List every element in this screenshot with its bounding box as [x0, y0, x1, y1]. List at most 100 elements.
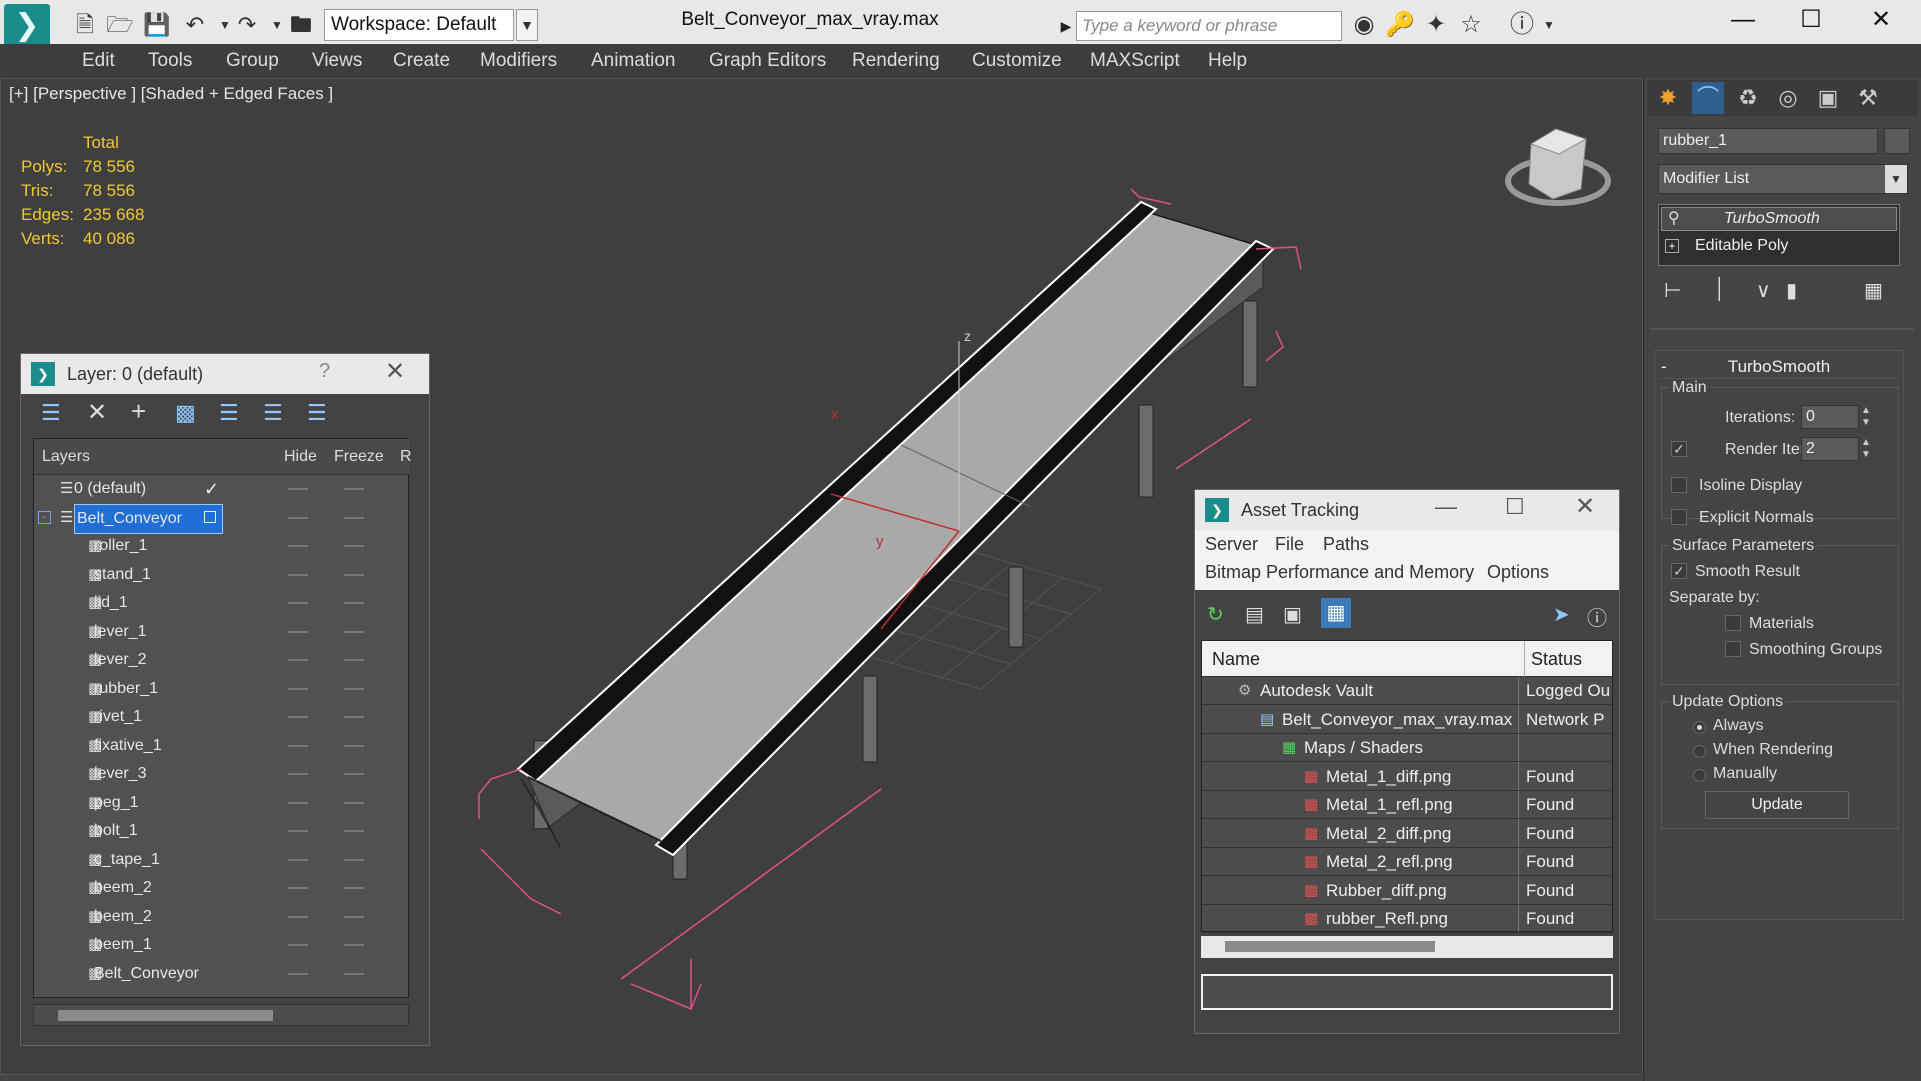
asset-path-field[interactable] — [1201, 974, 1613, 1010]
open-folder-icon[interactable]: 🗁 — [105, 10, 135, 40]
freeze-toggle[interactable] — [344, 972, 364, 975]
asset-minimize-icon[interactable]: — — [1435, 494, 1457, 520]
asset-column-status[interactable]: Status — [1524, 641, 1582, 677]
layer-hierarchy-icon[interactable]: ☰ — [41, 400, 61, 426]
layer-row[interactable]: ▩ c_tape_1 — [34, 846, 410, 874]
layer-name[interactable]: 0 (default) — [74, 475, 146, 503]
minimize-icon[interactable]: — — [1708, 0, 1778, 44]
new-file-icon[interactable]: 🗎 — [70, 10, 100, 40]
layer-row[interactable]: ▩ fixative_1 — [34, 732, 410, 760]
hide-all-layers-icon[interactable]: ☰ — [307, 400, 327, 426]
layer-name[interactable]: rivet_1 — [94, 703, 142, 731]
make-current-box-icon[interactable] — [204, 510, 216, 523]
close-icon[interactable]: ✕ — [1846, 0, 1916, 44]
layer-row[interactable]: ▩ beem_2 — [34, 903, 410, 931]
freeze-toggle[interactable] — [344, 488, 364, 490]
modifier-stack[interactable]: ⚲ TurboSmooth + Editable Poly — [1658, 204, 1900, 266]
hide-toggle[interactable] — [288, 630, 308, 633]
asset-menu-server[interactable]: Server — [1205, 534, 1258, 555]
asset-row[interactable]: ▦ Maps / Shaders — [1202, 734, 1612, 762]
menu-help[interactable]: Help — [1204, 44, 1251, 78]
layer-name[interactable]: rubber_1 — [94, 675, 158, 703]
layer-help-icon[interactable]: ? — [319, 360, 330, 383]
layer-name[interactable]: beem_1 — [94, 931, 152, 959]
table-view-icon[interactable]: ▦ — [1321, 598, 1351, 628]
smooth-result-checkbox[interactable]: ✓ — [1671, 563, 1687, 579]
refresh-icon[interactable]: ↻ — [1207, 602, 1224, 627]
search-input[interactable]: Type a keyword or phrase — [1076, 11, 1342, 41]
layer-name[interactable]: lever_3 — [94, 760, 146, 788]
materials-checkbox[interactable] — [1725, 615, 1741, 631]
freeze-toggle[interactable] — [344, 716, 364, 718]
layer-row[interactable]: ▩ peg_1 — [34, 789, 410, 817]
freeze-toggle[interactable] — [344, 516, 364, 519]
display-tab-icon[interactable]: ▣ — [1812, 82, 1844, 114]
freeze-toggle[interactable] — [344, 830, 364, 832]
layer-row[interactable]: ▩ roller_1 — [34, 532, 410, 560]
hide-toggle[interactable] — [288, 830, 308, 832]
freeze-toggle[interactable] — [344, 659, 364, 661]
utilities-tab-icon[interactable]: ⚒ — [1852, 82, 1884, 114]
layer-horizontal-scrollbar[interactable] — [33, 1004, 409, 1026]
thumbnail-view-icon[interactable]: ▣ — [1283, 602, 1302, 627]
favorites-star-icon[interactable]: ☆ — [1455, 9, 1487, 41]
freeze-toggle[interactable] — [344, 887, 364, 889]
subscription-icon[interactable]: ✦ — [1420, 9, 1452, 41]
key-icon[interactable]: 🔑 — [1384, 9, 1416, 41]
asset-menu-bitmap-performance[interactable]: Bitmap Performance and Memory — [1205, 562, 1474, 583]
app-logo-icon[interactable]: ❯ — [4, 4, 50, 48]
search-expand-icon[interactable]: ▶ — [1057, 11, 1075, 41]
menu-group[interactable]: Group — [222, 44, 283, 78]
motion-tab-icon[interactable]: ◎ — [1772, 82, 1804, 114]
freeze-toggle[interactable] — [344, 630, 364, 633]
iterations-spinner[interactable]: 0 — [1801, 405, 1859, 429]
project-folder-icon[interactable]: 🖿 — [286, 10, 316, 40]
show-end-result-icon[interactable]: │ — [1714, 278, 1727, 301]
menu-create[interactable]: Create — [389, 44, 454, 78]
layer-list[interactable]: Layers Hide Freeze R ☰ 0 (default) ✓ - ☰ Belt… — [33, 438, 412, 998]
create-layer-icon[interactable]: + — [131, 396, 146, 427]
hide-toggle[interactable] — [288, 801, 308, 804]
hide-toggle[interactable] — [288, 488, 308, 490]
asset-help-icon[interactable]: ⓘ — [1587, 602, 1607, 631]
make-unique-icon[interactable]: ∨ — [1756, 278, 1771, 303]
object-color-swatch[interactable] — [1884, 128, 1910, 154]
hide-toggle[interactable] — [288, 602, 308, 604]
freeze-toggle[interactable] — [344, 858, 364, 861]
hide-toggle[interactable] — [288, 744, 308, 747]
asset-horizontal-scrollbar[interactable] — [1201, 936, 1613, 958]
freeze-toggle[interactable] — [344, 773, 364, 775]
layer-row[interactable]: ▩ rubber_1 — [34, 675, 410, 703]
asset-row[interactable]: ▩ Rubber_diff.png Found — [1202, 877, 1612, 905]
undo-icon[interactable]: ↶ — [180, 10, 210, 40]
configure-sets-icon[interactable]: ▦ — [1864, 278, 1883, 303]
explicit-normals-checkbox[interactable] — [1671, 509, 1687, 525]
render-iters-checkbox[interactable]: ✓ — [1671, 441, 1687, 457]
smoothing-groups-checkbox[interactable] — [1725, 641, 1741, 657]
layer-row[interactable]: ☰ 0 (default) ✓ — [34, 475, 410, 503]
hide-toggle[interactable] — [288, 858, 308, 861]
layer-name[interactable]: bolt_1 — [94, 817, 138, 845]
menu-modifiers[interactable]: Modifiers — [476, 44, 561, 78]
layer-row[interactable]: ▩ beem_1 — [34, 931, 410, 959]
menu-tools[interactable]: Tools — [144, 44, 196, 78]
hide-toggle[interactable] — [288, 573, 308, 576]
hierarchy-tab-icon[interactable]: ♻ — [1732, 82, 1764, 114]
layer-name[interactable]: Belt_Conveyor — [74, 503, 223, 534]
expand-icon[interactable]: + — [1665, 239, 1679, 253]
freeze-toggle[interactable] — [344, 687, 364, 690]
modifier-list-dropdown[interactable]: Modifier List ▼ — [1658, 164, 1908, 194]
layer-name[interactable]: beem_2 — [94, 903, 152, 931]
asset-close-icon[interactable]: ✕ — [1575, 492, 1595, 521]
menu-views[interactable]: Views — [308, 44, 366, 78]
freeze-toggle[interactable] — [344, 944, 364, 946]
collapse-icon[interactable]: - — [38, 510, 51, 524]
hide-toggle[interactable] — [288, 773, 308, 775]
layer-name[interactable]: stand_1 — [94, 561, 151, 589]
when-rendering-radio[interactable] — [1693, 745, 1706, 758]
layer-name[interactable]: roller_1 — [94, 532, 147, 560]
asset-row[interactable]: ▩ Metal_1_diff.png Found — [1202, 763, 1612, 791]
hide-toggle[interactable] — [288, 915, 308, 918]
asset-row[interactable]: ▩ rubber_Refl.png Found — [1202, 905, 1612, 933]
isoline-display-checkbox[interactable] — [1671, 477, 1687, 493]
